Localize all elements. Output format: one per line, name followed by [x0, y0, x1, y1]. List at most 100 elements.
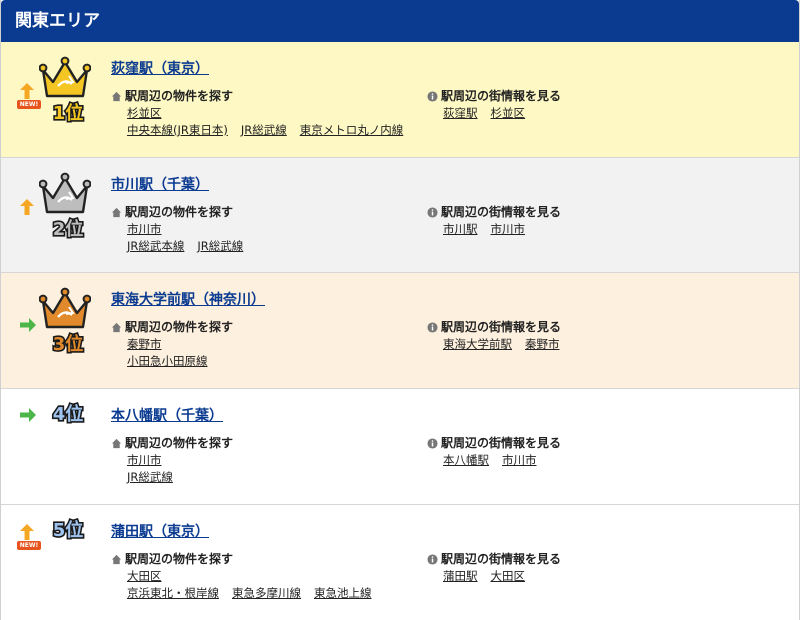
area-links: 大田区 [111, 568, 385, 585]
rank-number-badge: 2位 [45, 214, 91, 245]
town-info-link[interactable]: 市川市 [502, 453, 537, 467]
line-links: JR総武本線 JR総武線 [111, 238, 256, 255]
crown-icon [38, 287, 92, 329]
line-link[interactable]: JR総武本線 [127, 239, 184, 253]
info-icon [427, 554, 438, 565]
town-info-link[interactable]: 大田区 [491, 569, 526, 583]
area-links: 杉並区 [111, 105, 416, 122]
town-info-link[interactable]: 東海大学前駅 [443, 337, 512, 351]
info-icon [427, 91, 438, 102]
town-info-section: 駅周辺の街情報を見る 市川駅 市川市 [427, 204, 561, 238]
town-info-link[interactable]: 市川市 [491, 222, 526, 236]
house-icon [111, 554, 122, 565]
line-link[interactable]: JR総武線 [241, 123, 287, 137]
station-name-link[interactable]: 本八幡駅（千葉） [111, 405, 223, 425]
town-info-heading: 駅周辺の街情報を見る [427, 319, 573, 336]
town-info-links: 市川駅 市川市 [427, 221, 561, 238]
crown-icon [38, 56, 92, 98]
town-info-link[interactable]: 市川駅 [443, 222, 478, 236]
trend-flat-arrow-icon [20, 318, 36, 332]
area-links: 市川市 [111, 452, 233, 469]
line-links: 中央本線(JR東日本) JR総武線 東京メトロ丸ノ内線 [111, 122, 416, 139]
property-search-section: 駅周辺の物件を探す 大田区京浜東北・根岸線 東急多摩川線 東急池上線 [111, 551, 385, 602]
trend-up-arrow-icon [20, 83, 34, 99]
line-link[interactable]: 東急多摩川線 [232, 586, 301, 600]
property-search-label: 駅周辺の物件を探す [125, 89, 234, 103]
property-search-section: 駅周辺の物件を探す 杉並区中央本線(JR東日本) JR総武線 東京メトロ丸ノ内線 [111, 88, 416, 139]
rank-label: 3位 [53, 333, 84, 355]
town-info-section: 駅周辺の街情報を見る 東海大学前駅 秦野市 [427, 319, 573, 353]
ranking-item: NEW! 5位 蒲田駅（東京） 駅周辺の物件を探す 大田区 京浜東北・根岸線 東急多摩川線東… [1, 505, 799, 620]
house-icon [111, 322, 122, 333]
town-info-label: 駅周辺の街情報を見る [441, 89, 562, 103]
silver-crown-wrap [38, 172, 92, 219]
rank-label: 1位 [53, 102, 84, 124]
property-search-label: 駅周辺の物件を探す [125, 552, 234, 566]
town-info-heading: 駅周辺の街情報を見る [427, 551, 561, 568]
area-link[interactable]: 杉並区 [127, 106, 162, 120]
line-links: 京浜東北・根岸線 東急多摩川線 東急池上線 [111, 585, 385, 602]
rank-number-badge: 3位 [45, 329, 91, 360]
town-info-heading: 駅周辺の街情報を見る [427, 204, 561, 221]
rank-number-badge: 4位 [45, 399, 91, 430]
line-link[interactable]: JR総武線 [127, 470, 173, 484]
line-link[interactable]: 京浜東北・根岸線 [127, 586, 219, 600]
area-link[interactable]: 市川市 [127, 453, 162, 467]
area-link[interactable]: 市川市 [127, 222, 162, 236]
town-info-section: 駅周辺の街情報を見る 本八幡駅 市川市 [427, 435, 561, 469]
town-info-heading: 駅周辺の街情報を見る [427, 435, 561, 452]
property-search-label: 駅周辺の物件を探す [125, 436, 234, 450]
house-icon [111, 207, 122, 218]
crown-icon [38, 172, 92, 214]
town-info-link[interactable]: 蒲田駅 [443, 569, 478, 583]
ranking-panel: 関東エリア NEW! 1位 荻窪駅（東京） 駅周辺の物件を探す 杉並区 中央本線(JR東日… [0, 0, 800, 620]
station-name-link[interactable]: 荻窪駅（東京） [111, 58, 209, 78]
area-link[interactable]: 大田区 [127, 569, 162, 583]
ranking-item: NEW! 1位 荻窪駅（東京） 駅周辺の物件を探す 杉並区 中央本線(JR東日本) JR総武… [1, 42, 799, 158]
property-search-section: 駅周辺の物件を探す 市川市 JR総武線 [111, 435, 233, 486]
station-name-link[interactable]: 市川駅（千葉） [111, 174, 209, 194]
area-links: 秦野市 [111, 336, 233, 353]
info-icon [427, 207, 438, 218]
town-info-link[interactable]: 杉並区 [491, 106, 526, 120]
station-name-link[interactable]: 東海大学前駅（神奈川） [111, 289, 265, 309]
trend-up-arrow-icon [20, 524, 34, 540]
town-info-label: 駅周辺の街情報を見る [441, 436, 562, 450]
new-badge: NEW! [17, 100, 41, 109]
line-link[interactable]: 東急池上線 [314, 586, 372, 600]
trend-flat-arrow-icon [20, 408, 36, 422]
line-link[interactable]: 小田急小田原線 [127, 354, 208, 368]
ranking-item: 4位 本八幡駅（千葉） 駅周辺の物件を探す 市川市 JR総武線 駅周辺の街情報を見る 本八幡… [1, 389, 799, 505]
property-search-label: 駅周辺の物件を探す [125, 205, 234, 219]
house-icon [111, 438, 122, 449]
area-header: 関東エリア [1, 0, 799, 42]
property-search-section: 駅周辺の物件を探す 秦野市小田急小田原線 [111, 319, 233, 370]
trend-indicator [19, 407, 37, 426]
rank-label: 4位 [53, 403, 84, 425]
rank-label: 5位 [53, 519, 84, 541]
town-info-link[interactable]: 本八幡駅 [443, 453, 489, 467]
line-link[interactable]: JR総武線 [197, 239, 243, 253]
ranking-list: NEW! 1位 荻窪駅（東京） 駅周辺の物件を探す 杉並区 中央本線(JR東日本) JR総武… [1, 42, 799, 620]
line-link[interactable]: 東京メトロ丸ノ内線 [300, 123, 404, 137]
bronze-crown-wrap [38, 287, 92, 334]
property-search-heading: 駅周辺の物件を探す [111, 204, 256, 221]
rank-label: 2位 [53, 218, 84, 240]
town-info-links: 荻窪駅 杉並区 [427, 105, 561, 122]
line-link[interactable]: 中央本線(JR東日本) [127, 123, 228, 137]
property-search-label: 駅周辺の物件を探す [125, 320, 234, 334]
info-icon [427, 322, 438, 333]
trend-indicator [19, 198, 35, 219]
rank-number-badge: 5位 [45, 515, 91, 546]
town-info-link[interactable]: 荻窪駅 [443, 106, 478, 120]
line-links: JR総武線 [111, 469, 233, 486]
property-search-heading: 駅周辺の物件を探す [111, 319, 233, 336]
town-info-label: 駅周辺の街情報を見る [441, 205, 562, 219]
area-link[interactable]: 秦野市 [127, 337, 162, 351]
town-info-links: 本八幡駅 市川市 [427, 452, 561, 469]
station-name-link[interactable]: 蒲田駅（東京） [111, 521, 209, 541]
line-links: 小田急小田原線 [111, 353, 233, 370]
town-info-link[interactable]: 秦野市 [525, 337, 560, 351]
town-info-label: 駅周辺の街情報を見る [441, 552, 562, 566]
info-icon [427, 438, 438, 449]
